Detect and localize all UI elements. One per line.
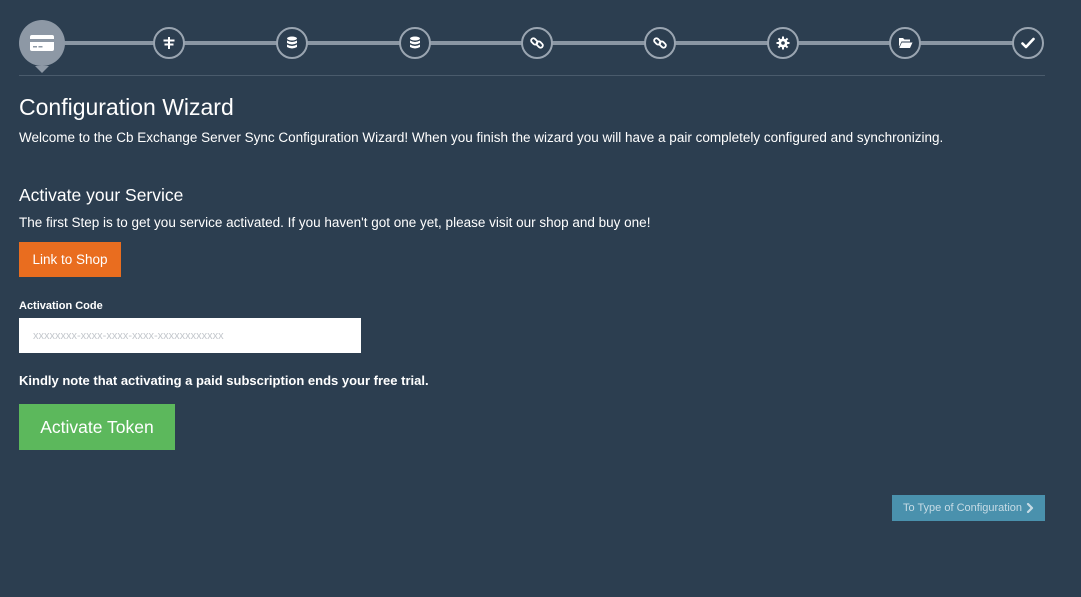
- step-activation[interactable]: [19, 20, 65, 66]
- stepper-divider: [19, 75, 1045, 76]
- credit-card-icon: [30, 35, 54, 51]
- chevron-right-icon: [1026, 503, 1034, 513]
- section-heading: Activate your Service: [19, 185, 184, 205]
- activation-code-input[interactable]: [19, 318, 361, 353]
- wizard-stepper: [19, 20, 1045, 76]
- wizard-page: Configuration Wizard Welcome to the Cb E…: [0, 0, 1081, 597]
- step-link-2[interactable]: [644, 27, 676, 59]
- next-step-label: To Type of Configuration: [902, 502, 1023, 514]
- step-database-1[interactable]: [276, 27, 308, 59]
- gear-icon: [776, 36, 790, 50]
- page-title: Configuration Wizard: [19, 94, 234, 120]
- link-to-shop-button[interactable]: Link to Shop: [19, 242, 121, 277]
- next-step-button[interactable]: To Type of Configuration: [892, 495, 1045, 521]
- step-link-1[interactable]: [521, 27, 553, 59]
- step-finish[interactable]: [1012, 27, 1044, 59]
- active-step-pointer: [35, 66, 49, 73]
- link-icon: [530, 37, 544, 49]
- section-description: The first Step is to get you service act…: [19, 215, 651, 230]
- activate-token-button[interactable]: Activate Token: [19, 404, 175, 450]
- folder-open-icon: [898, 38, 912, 48]
- step-settings[interactable]: [767, 27, 799, 59]
- database-icon: [410, 36, 420, 49]
- step-type-of-configuration[interactable]: [153, 27, 185, 59]
- activation-code-label: Activation Code: [19, 300, 103, 312]
- link-icon: [653, 37, 667, 49]
- step-database-2[interactable]: [399, 27, 431, 59]
- signpost-icon: [163, 37, 175, 49]
- intro-text: Welcome to the Cb Exchange Server Sync C…: [19, 130, 944, 145]
- trial-note: Kindly note that activating a paid subsc…: [19, 373, 429, 388]
- step-folders[interactable]: [889, 27, 921, 59]
- check-icon: [1021, 37, 1035, 49]
- database-icon: [287, 36, 297, 49]
